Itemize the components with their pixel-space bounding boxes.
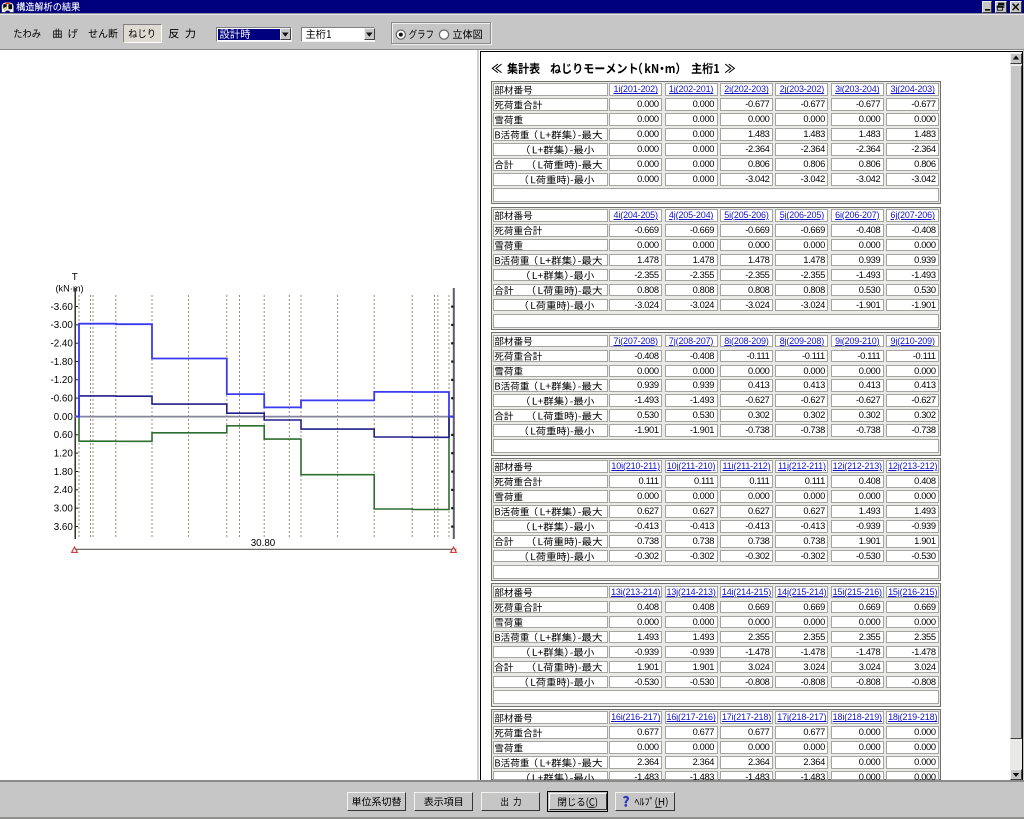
- svg-text:-1.20: -1.20: [50, 375, 73, 386]
- svg-text:1.80: 1.80: [54, 467, 74, 478]
- svg-text:1.20: 1.20: [54, 449, 74, 460]
- svg-text:0.00: 0.00: [54, 412, 74, 423]
- svg-text:-1.80: -1.80: [50, 357, 73, 368]
- svg-text:3.00: 3.00: [54, 504, 74, 515]
- svg-text:-3.60: -3.60: [50, 302, 73, 313]
- svg-text:3.60: 3.60: [54, 522, 74, 533]
- svg-text:-3.00: -3.00: [50, 320, 73, 331]
- svg-text:30.80: 30.80: [251, 538, 276, 549]
- svg-text:(kN·m): (kN·m): [55, 284, 83, 294]
- svg-text:-0.60: -0.60: [50, 394, 73, 405]
- svg-text:-2.40: -2.40: [50, 339, 73, 350]
- svg-text:T: T: [72, 272, 78, 283]
- svg-text:2.40: 2.40: [54, 485, 74, 496]
- svg-text:0.60: 0.60: [54, 430, 74, 441]
